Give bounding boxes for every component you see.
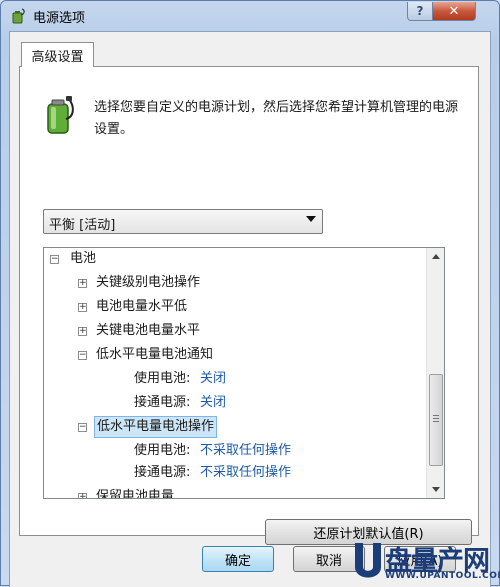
advanced-settings-page: 选择您要自定义的电源计划，然后选择您希望计算机管理的电源设置。 平衡 [活动] … (19, 66, 479, 545)
tree-node-label[interactable]: 低水平电量电池通知 (96, 344, 213, 366)
description-text: 选择您要自定义的电源计划，然后选择您希望计算机管理的电源设置。 (94, 100, 459, 137)
collapse-icon[interactable]: − (50, 255, 59, 264)
tree-node-label-selected[interactable]: 低水平电量电池操作 (94, 416, 218, 438)
help-button[interactable]: ? (407, 2, 433, 21)
expand-icon[interactable]: + (78, 303, 87, 312)
setting-row-plugged-in[interactable]: 接通电源: 不采取任何操作 (134, 462, 394, 484)
setting-value-link[interactable]: 关闭 (200, 392, 226, 414)
site-watermark: 盘量产网 WWW.UPANTOOL.COM (351, 541, 500, 587)
tree-vertical-scrollbar[interactable] (426, 248, 444, 498)
tree-node-label[interactable]: 关键电池电量水平 (96, 320, 200, 342)
setting-row-on-battery[interactable]: 使用电池: 不采取任何操作 (134, 440, 394, 462)
scrollbar-thumb[interactable] (429, 374, 443, 466)
setting-name: 接通电源: (134, 395, 191, 410)
tree-node-label[interactable]: 电池 (70, 248, 96, 270)
grip-line (433, 418, 439, 419)
scroll-down-button[interactable] (427, 481, 444, 498)
power-options-window: 电源选项 ? ✕ 高级设置 选择您要自定义的电源计划，然后选择您希望计算机管理的… (0, 0, 500, 587)
dialog-client-area: 高级设置 选择您要自定义的电源计划，然后选择您希望计算机管理的电源设置。 平衡 … (9, 31, 491, 587)
power-plan-select-value: 平衡 [活动] (49, 218, 116, 233)
collapse-icon[interactable]: − (78, 351, 87, 360)
tab-advanced-settings[interactable]: 高级设置 (21, 42, 94, 67)
battery-icon (47, 96, 74, 134)
grip-line (433, 421, 439, 422)
ok-button[interactable]: 确定 (202, 546, 274, 572)
scroll-up-button[interactable] (427, 248, 444, 265)
collapse-icon[interactable]: − (78, 423, 87, 432)
tree-node-label[interactable]: 保留电池电量 (96, 486, 174, 498)
setting-row-plugged-in[interactable]: 接通电源: 关闭 (134, 392, 334, 414)
window-title: 电源选项 (33, 11, 86, 26)
arrow-up-icon (432, 254, 440, 259)
grip-line (433, 415, 439, 416)
watermark-logo-icon (355, 543, 381, 578)
close-button[interactable]: ✕ (432, 2, 476, 21)
title-bar: 电源选项 ? ✕ (1, 1, 499, 31)
power-settings-tree[interactable]: − 电池 + 关键级别电池操作 + 电池电量水平低 + 关键电池电量水平 − 低… (43, 247, 445, 499)
expand-icon[interactable]: + (78, 279, 87, 288)
chevron-down-icon[interactable] (306, 216, 316, 222)
tree-node-label[interactable]: 电池电量水平低 (96, 296, 187, 318)
setting-name: 使用电池: (134, 443, 191, 458)
expand-icon[interactable]: + (78, 493, 87, 498)
setting-row-on-battery[interactable]: 使用电池: 关闭 (134, 368, 334, 390)
setting-value-link[interactable]: 不采取任何操作 (200, 462, 291, 484)
power-plan-select[interactable]: 平衡 [活动] (43, 209, 323, 234)
expand-icon[interactable]: + (78, 327, 87, 336)
setting-name: 使用电池: (134, 371, 191, 386)
setting-name: 接通电源: (134, 465, 191, 480)
setting-value-link[interactable]: 关闭 (200, 368, 226, 390)
power-options-app-icon (12, 8, 25, 24)
arrow-down-icon (432, 487, 440, 492)
watermark-url-text: WWW.UPANTOOL.COM (385, 571, 500, 581)
setting-value-link[interactable]: 不采取任何操作 (200, 440, 291, 462)
tree-node-label[interactable]: 关键级别电池操作 (96, 272, 200, 294)
